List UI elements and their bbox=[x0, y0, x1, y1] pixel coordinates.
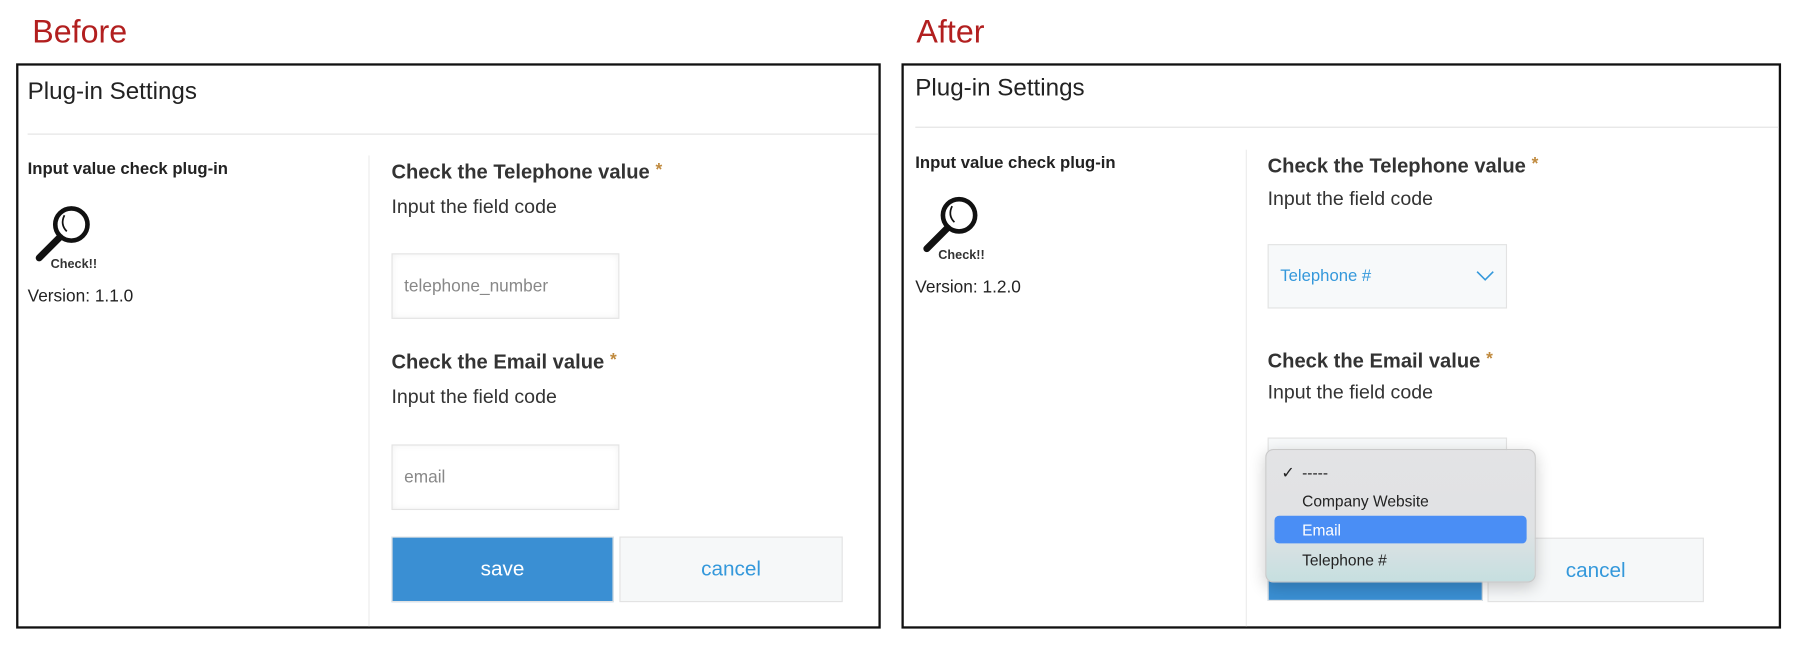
telephone-heading: Check the Telephone value * bbox=[1267, 154, 1539, 178]
telephone-heading: Check the Telephone value * bbox=[391, 160, 663, 184]
page-title: Plug-in Settings bbox=[915, 74, 1085, 102]
divider bbox=[27, 133, 879, 135]
dropdown-option-company-website[interactable]: Company Website bbox=[1274, 487, 1526, 515]
before-caption: Before bbox=[32, 13, 128, 50]
svg-text:Check!!: Check!! bbox=[938, 248, 984, 262]
required-marker: * bbox=[655, 160, 663, 180]
telephone-field-select[interactable]: Telephone # bbox=[1267, 244, 1508, 309]
plugin-logo-icon: Check!! bbox=[35, 206, 97, 271]
required-marker: * bbox=[609, 349, 617, 370]
telephone-subtext: Input the field code bbox=[1267, 187, 1433, 210]
email-dropdown-menu: ✓ ----- Company Website Email Telephone # bbox=[1265, 449, 1536, 583]
required-marker: * bbox=[1486, 348, 1493, 369]
cancel-button[interactable]: cancel bbox=[619, 536, 843, 603]
email-subtext: Input the field code bbox=[1267, 381, 1433, 403]
email-heading: Check the Email value * bbox=[391, 349, 617, 374]
telephone-field-input[interactable]: telephone_number bbox=[391, 253, 620, 319]
email-subtext: Input the field code bbox=[391, 385, 557, 408]
plugin-logo-icon: Check!! bbox=[923, 196, 985, 262]
selected-value: Telephone # bbox=[1280, 267, 1372, 286]
dropdown-option-email[interactable]: Email bbox=[1274, 515, 1527, 544]
plugin-version: Version: 1.1.0 bbox=[27, 286, 134, 307]
dropdown-option-telephone[interactable]: Telephone # bbox=[1274, 546, 1526, 574]
plugin-version: Version: 1.2.0 bbox=[915, 277, 1021, 298]
after-caption: After bbox=[916, 13, 985, 50]
dropdown-option-empty[interactable]: ✓ ----- bbox=[1274, 458, 1526, 486]
after-settings-panel: Plug-in Settings Input value check plug-… bbox=[901, 63, 1782, 629]
divider bbox=[915, 126, 1779, 128]
telephone-subtext: Input the field code bbox=[391, 195, 557, 218]
plugin-name: Input value check plug-in bbox=[27, 160, 228, 179]
email-heading: Check the Email value * bbox=[1267, 348, 1493, 372]
page-title: Plug-in Settings bbox=[27, 78, 197, 105]
chevron-down-icon bbox=[1476, 271, 1494, 281]
divider bbox=[1245, 149, 1247, 627]
svg-text:Check!!: Check!! bbox=[51, 257, 97, 271]
save-button[interactable]: save bbox=[391, 536, 614, 603]
checkmark-icon: ✓ bbox=[1281, 462, 1295, 481]
before-settings-panel: Plug-in Settings Input value check plug-… bbox=[16, 63, 881, 629]
divider bbox=[368, 155, 370, 627]
email-field-input[interactable]: email bbox=[391, 444, 620, 511]
required-marker: * bbox=[1531, 154, 1539, 174]
plugin-name: Input value check plug-in bbox=[915, 154, 1116, 173]
